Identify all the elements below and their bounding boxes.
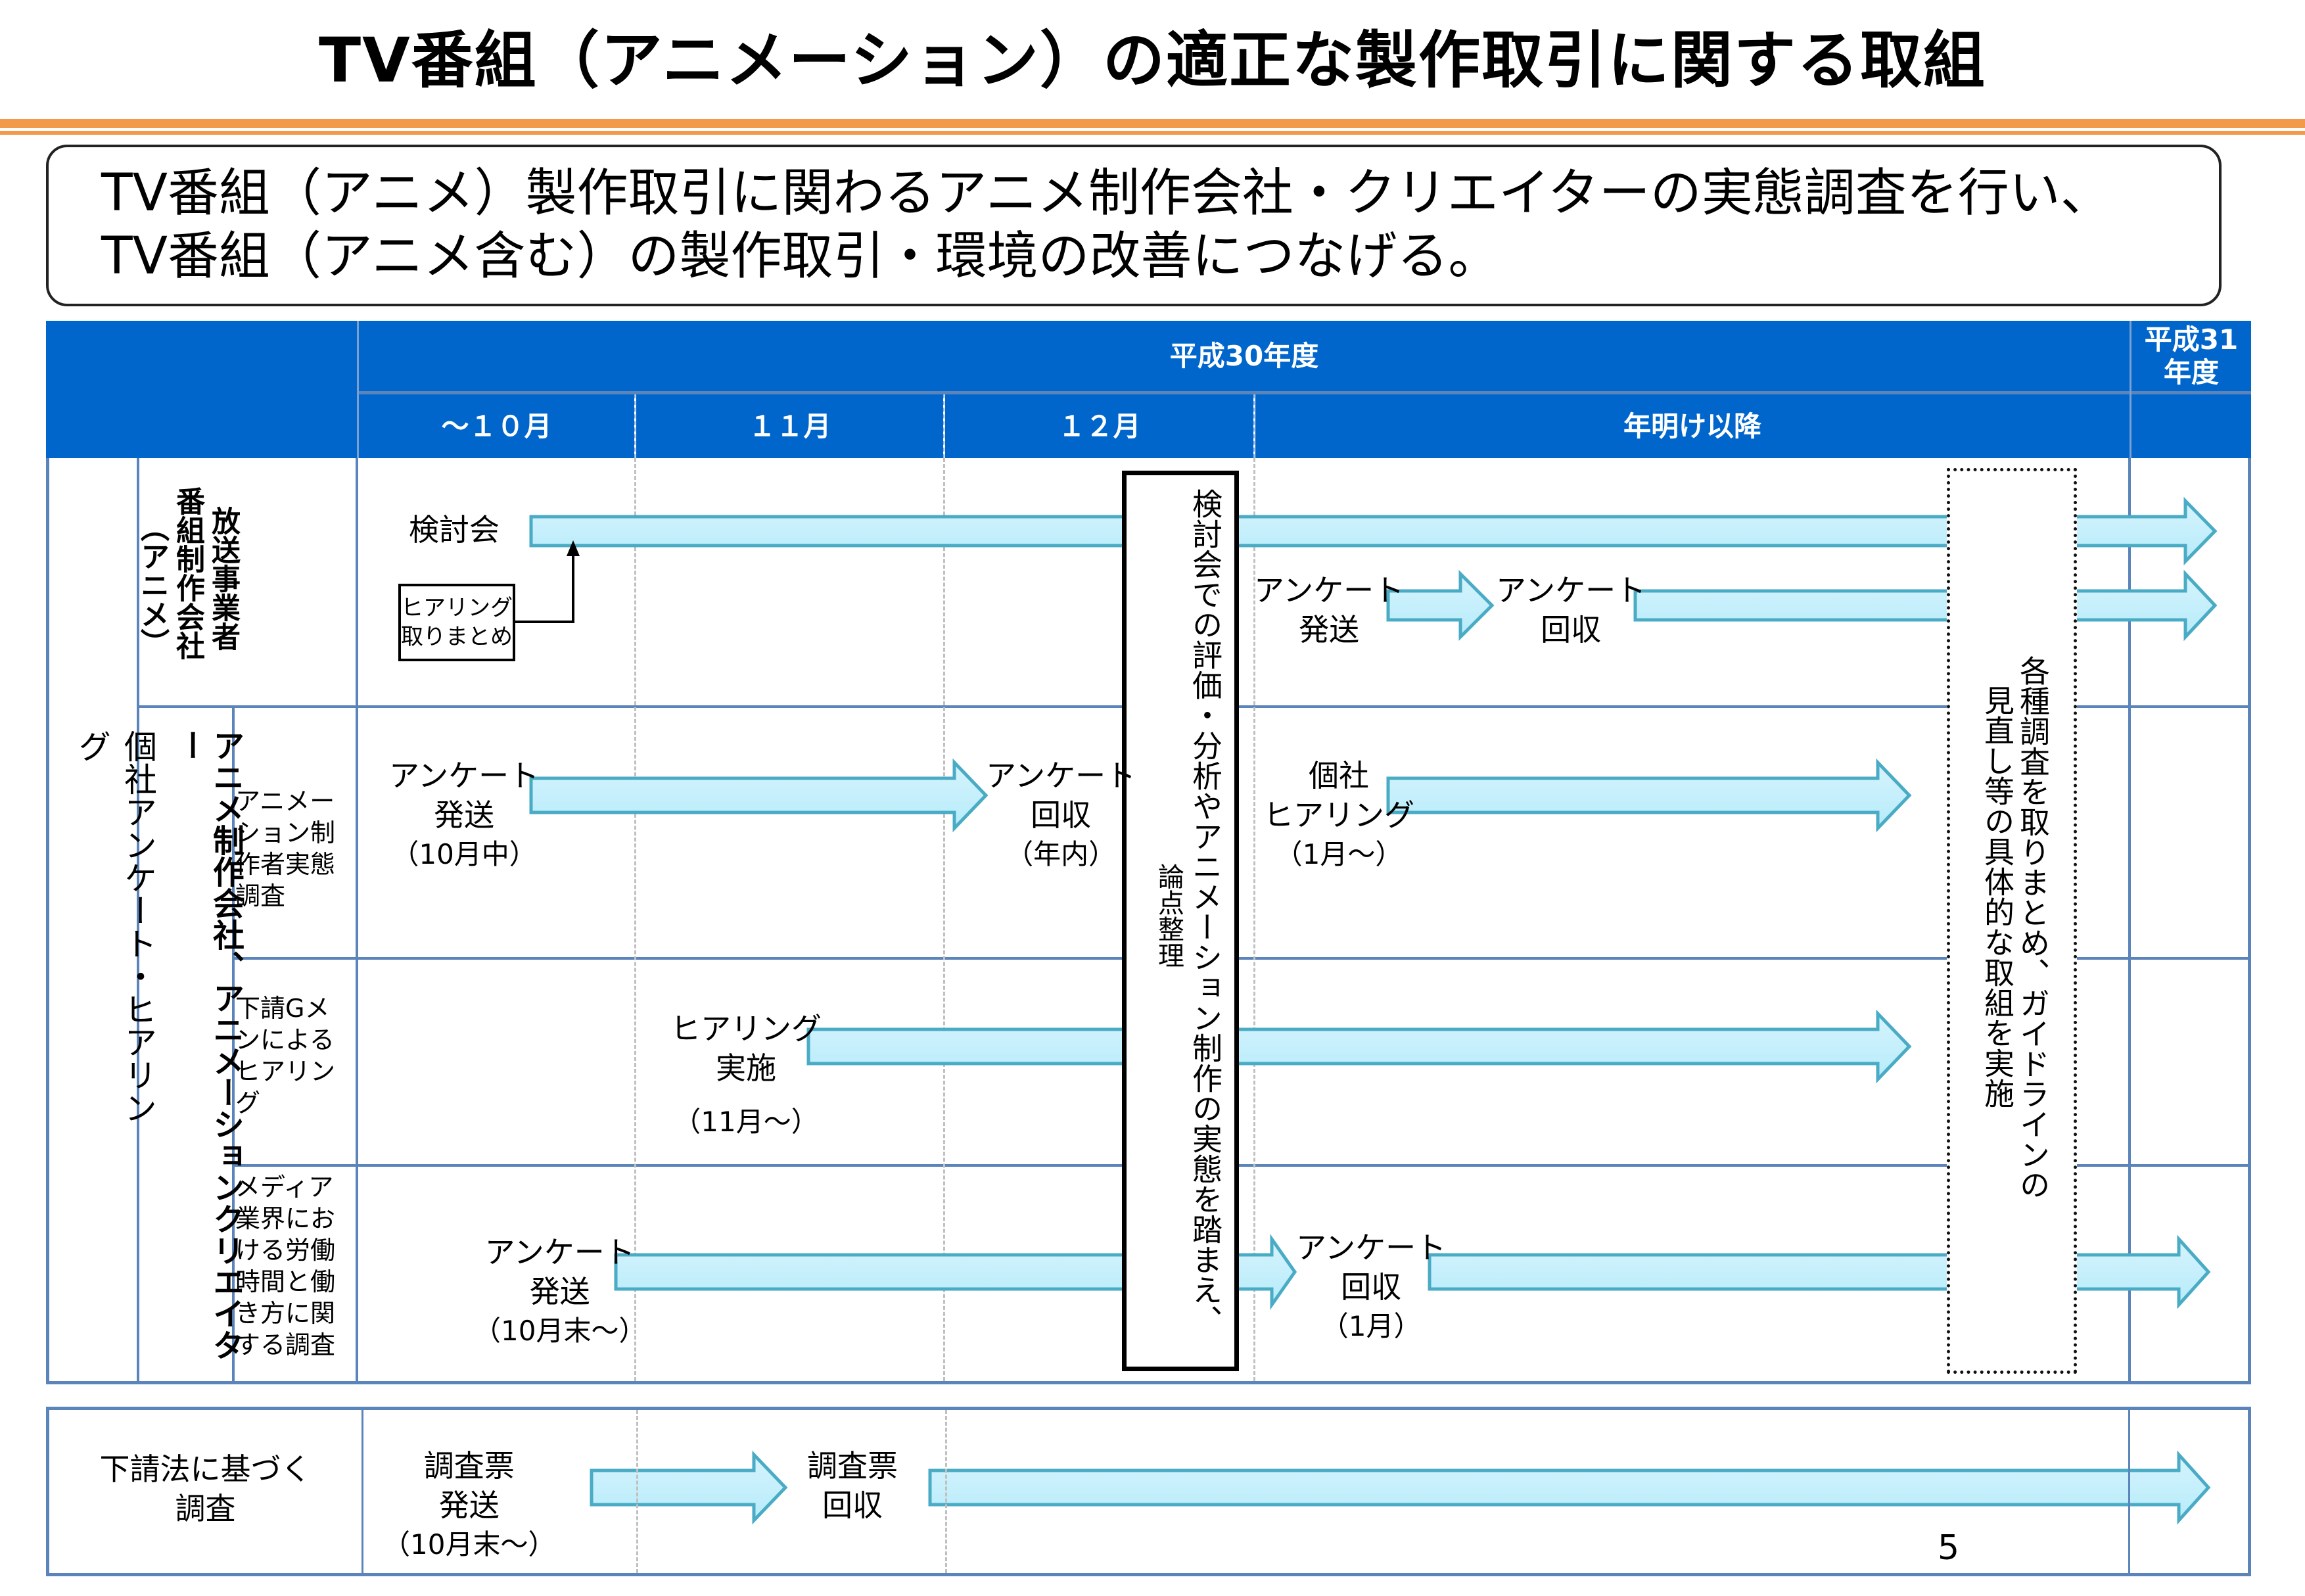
label-note: （11月～） [673,1106,819,1138]
meeting-review-box: 検討会での評価・分析やアニメーション制作の実態を踏まえ、 論点整理 [1122,471,1239,1371]
arrow-anime-hearing [1386,758,1912,833]
label-line: アンケート [389,758,540,793]
label-line: 発送 [529,1274,590,1309]
summary-box-line1: 各種調査を取りまとめ、ガイドラインの [2015,655,2051,1200]
broadcaster-survey-collect: アンケート 回収 [1496,571,1646,649]
label-line: 回収 [1341,1269,1402,1305]
final-summary-box: 各種調査を取りまとめ、ガイドラインの 見直し等の具体的な取組を実施 [1947,468,2077,1374]
arrow-media-collect [1428,1234,2211,1309]
label-line: 発送 [438,1488,500,1523]
label-note: （10月中） [391,838,537,870]
media-survey-send: アンケート 発送 （10月末～） [473,1232,646,1351]
arrow-broadcaster-collect [1633,569,2218,642]
label-line: 実施 [716,1050,776,1086]
meeting-label: 検討会 [409,512,500,548]
subcontract-send: 調査票 発送 （10月末～） [383,1446,555,1564]
meeting-box-sub-text: 論点整理 [1153,863,1184,968]
label-note: （10月末～） [383,1528,556,1561]
arrow-anime-send [529,758,989,833]
anime-individual-hearing: 個社 ヒアリング （1月～） [1263,756,1414,874]
hearing-summary-box: ヒアリング 取りまとめ [398,584,515,661]
label-note: （1月～） [1274,838,1403,870]
label-line: 調査票 [423,1448,515,1484]
month-divider [945,1410,947,1573]
label-subcontract-law: 下請法に基づく 調査 [49,1449,361,1528]
label-line: アンケート [1254,573,1405,608]
label-line: 調査票 [807,1448,898,1484]
hearing-box-line2: 取りまとめ [401,624,513,650]
label-note: （1月） [1320,1310,1422,1342]
label-line: 発送 [1299,612,1360,647]
connector-line [515,552,574,623]
label-line: 回収 [822,1488,883,1523]
label-line: アンケート [484,1234,635,1270]
label-line: ヒアリング [1263,797,1414,833]
label-line: 個社 [1309,758,1369,793]
label-line: 調査 [175,1491,236,1526]
subcontract-collect: 調査票 回収 [807,1446,898,1525]
anime-survey-collect: アンケート 回収 （年内） [986,756,1136,874]
anime-survey-send: アンケート 発送 （10月中） [389,756,539,874]
grid-line [361,1407,363,1576]
label-line: 回収 [1541,612,1602,647]
summary-box-line2: 見直し等の具体的な取組を実施 [1980,685,2015,1108]
label-note: （10月末～） [473,1315,647,1347]
month-divider [636,1410,638,1573]
gmen-hearing: ヒアリング 実施 （11月～） [670,1009,822,1142]
label-line: アンケート [1296,1230,1447,1265]
label-line: 下請法に基づく [99,1451,312,1487]
broadcaster-survey-send: アンケート 発送 [1254,571,1404,649]
label-line: アンケート [986,758,1136,793]
label-line: 回収 [1031,797,1092,833]
grid-line [2128,1407,2130,1576]
hearing-box-line1: ヒアリング [401,595,513,621]
meeting-box-main-text: 検討会での評価・分析やアニメーション制作の実態を踏まえ、 [1188,488,1223,1335]
page-number: 5 [1938,1528,1960,1568]
subcontract-table [46,1407,2251,1576]
label-line: ヒアリング [670,1011,822,1046]
label-line: 発送 [434,797,495,833]
arrow-gmen-hearing [806,1009,1912,1084]
label-line: アンケート [1496,573,1646,608]
label-note: （年内） [1006,838,1117,870]
media-survey-collect: アンケート 回収 （1月） [1296,1228,1446,1346]
